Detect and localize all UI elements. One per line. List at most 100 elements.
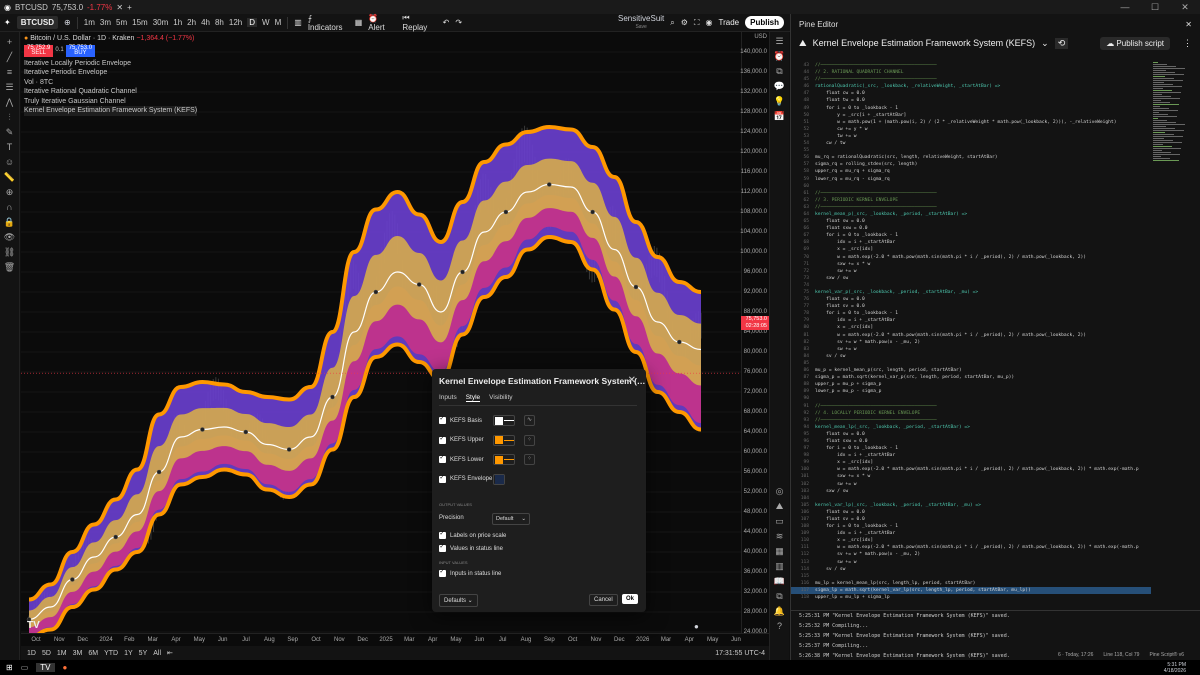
code-line[interactable]: 66 float sxw = 0.0 [791, 225, 1151, 232]
pine-close-icon[interactable]: ✕ [1185, 20, 1192, 29]
code-line[interactable]: 104 [791, 495, 1151, 502]
cancel-button[interactable]: Cancel [589, 594, 618, 606]
labels-price-scale-checkbox[interactable]: Labels on price scale [439, 530, 506, 539]
notifications-icon[interactable]: 🔔 [773, 606, 787, 617]
watchlist-icon[interactable]: ☰ [773, 36, 787, 47]
camera-icon[interactable]: ◉ [706, 18, 713, 27]
study-legend-item[interactable]: Kernel Envelope Estimation Framework Sys… [24, 106, 198, 116]
object-tree-icon[interactable]: ⧉ [773, 66, 787, 77]
interval-4h[interactable]: 4h [201, 18, 210, 27]
code-line[interactable]: 95 float sw = 0.0 [791, 431, 1151, 438]
code-line[interactable]: 73 sxw / sw [791, 275, 1151, 282]
trash-icon[interactable]: 🗑 [4, 261, 16, 273]
interval-D[interactable]: D [247, 18, 258, 27]
publish-script-button[interactable]: ☁ Publish script [1100, 36, 1170, 50]
minimize-icon[interactable]: — [1110, 0, 1140, 14]
plot-visibility-checkbox[interactable]: KEFS Envelope [439, 474, 492, 483]
code-line[interactable]: 111 w = math.exp(-2.0 * math.pow(math.si… [791, 544, 1151, 551]
fullscreen-icon[interactable]: ⛶ [694, 18, 700, 28]
code-line[interactable]: 54 cw / tw [791, 140, 1151, 147]
code-line[interactable]: 88 upper_p = mu_p + sigma_p [791, 381, 1151, 388]
code-line[interactable]: 52 cw += y * w [791, 126, 1151, 133]
crosshair-icon[interactable]: + [4, 36, 16, 48]
code-line[interactable]: 55 [791, 147, 1151, 154]
zoom-icon[interactable]: ⊕ [4, 186, 16, 198]
code-line[interactable]: 114 sv / sw [791, 566, 1151, 573]
code-line[interactable]: 43 //────────────────────────────────────… [791, 62, 1151, 69]
study-legend-item[interactable]: Truly Iterative Gaussian Channel [24, 97, 197, 107]
code-line[interactable]: 81 w = math.exp(-2.0 * math.pow(math.sin… [791, 332, 1151, 339]
code-line[interactable]: 106 float sw = 0.0 [791, 509, 1151, 516]
alert-button[interactable]: ⏰ Alert [368, 14, 396, 32]
code-line[interactable]: 85 [791, 360, 1151, 367]
plot-color-swatch[interactable] [493, 473, 505, 485]
interval-12h[interactable]: 12h [229, 18, 242, 27]
code-minimap[interactable] [1151, 62, 1189, 162]
code-line[interactable]: 83 sw += w [791, 346, 1151, 353]
plot-color-swatch[interactable] [493, 454, 515, 465]
plot-type-icon[interactable]: ∿ [524, 415, 535, 426]
code-line[interactable]: 115 [791, 573, 1151, 580]
forecast-icon[interactable]: ⫶ [4, 111, 16, 123]
explorer-icon[interactable]: ▭ [21, 663, 29, 672]
code-line[interactable]: 53 tw += w [791, 133, 1151, 140]
code-line[interactable]: 105 kernel_var_lp(_src, _lookback, _perio… [791, 502, 1151, 509]
interval-8h[interactable]: 8h [215, 18, 224, 27]
study-legend-item[interactable]: Iterative Rational Quadratic Channel [24, 87, 197, 97]
code-line[interactable]: 93 //────────────────────────────────────… [791, 417, 1151, 424]
interval-2h[interactable]: 2h [187, 18, 196, 27]
tradingview-app-icon[interactable]: TV [36, 663, 55, 672]
text-icon[interactable]: T [4, 141, 16, 153]
ideas-icon[interactable]: 💡 [773, 96, 787, 107]
price-axis[interactable]: USD 140,000.0 136,000.0 132,000.0 128,000.0… [740, 32, 769, 646]
code-line[interactable]: 63 //────────────────────────────────────… [791, 204, 1151, 211]
code-line[interactable]: 71 sxw += x * w [791, 261, 1151, 268]
chat-icon[interactable]: 💬 [773, 81, 787, 92]
defaults-button[interactable]: Defaults ⌄ [439, 594, 478, 607]
magnet-icon[interactable]: ∩ [4, 201, 16, 213]
range-1M[interactable]: 1M [57, 650, 67, 657]
calendar-icon[interactable]: 📅 [773, 111, 787, 122]
link-icon[interactable]: ⛓ [4, 246, 16, 258]
templates-icon[interactable]: ▦ [355, 18, 363, 27]
code-line[interactable]: 75 kernel_var_p(_src, _lookback, _period,… [791, 289, 1151, 296]
code-line[interactable]: 46 rationalQuadratic(_src, _lookback, _re… [791, 83, 1151, 90]
code-line[interactable]: 79 idx = i + _startAtBar [791, 317, 1151, 324]
interval-30m[interactable]: 30m [153, 18, 169, 27]
dialog-tab-style[interactable]: Style [465, 394, 481, 402]
code-line[interactable]: 99 x = _src[idx] [791, 459, 1151, 466]
book-icon[interactable]: 📖 [773, 576, 787, 587]
close-window-icon[interactable]: ✕ [1170, 0, 1200, 14]
plot-color-swatch[interactable] [493, 434, 515, 446]
range-3M[interactable]: 3M [73, 650, 83, 657]
interval-M[interactable]: M [275, 18, 282, 27]
sell-button[interactable]: 75,752.9 SELL [24, 44, 54, 57]
code-line[interactable]: 89 lower_p = mu_p - sigma_p [791, 388, 1151, 395]
study-legend-item[interactable]: Iterative Periodic Envelope [24, 68, 197, 78]
code-line[interactable]: 101 sxw += x * w [791, 473, 1151, 480]
code-line[interactable]: 92 // 4. LOCALLY PERIODIC KERNEL ENVELOPE [791, 410, 1151, 417]
code-line[interactable]: 62 // 3. PERIODIC KERNEL ENVELOPE [791, 197, 1151, 204]
code-line[interactable]: 57 sigma_rq = rolling_stdev(src, length) [791, 161, 1151, 168]
code-line[interactable]: 86 mu_p = kernel_mean_p(src, length, peri… [791, 367, 1151, 374]
add-to-chart-icon[interactable]: ⟲ [1054, 37, 1069, 49]
code-line[interactable]: 82 sv += w * math.pow(x - _mu, 2) [791, 339, 1151, 346]
ok-button[interactable]: Ok [622, 594, 639, 604]
interval-1m[interactable]: 1m [84, 18, 95, 27]
code-line[interactable]: 96 float sxw = 0.0 [791, 438, 1151, 445]
range-1D[interactable]: 1D [27, 650, 36, 657]
settings-icon[interactable]: ⚙ [681, 18, 688, 27]
price-line-icon[interactable]: ⁘ [524, 434, 535, 446]
range-6M[interactable]: 6M [88, 650, 98, 657]
range-5D[interactable]: 5D [42, 650, 51, 657]
code-line[interactable]: 108 for i = 0 to _lookback - 1 [791, 523, 1151, 530]
screener-icon[interactable]: ≋ [773, 531, 787, 542]
code-line[interactable]: 109 idx = i + _startAtBar [791, 530, 1151, 537]
firefox-icon[interactable]: ● [63, 663, 68, 672]
add-symbol-icon[interactable]: ⊕ [64, 18, 71, 27]
buy-button[interactable]: 75,753.0 BUY [65, 44, 96, 57]
indicators-button[interactable]: ⨍ Indicators [308, 14, 349, 32]
replay-button[interactable]: ⏮ Replay [402, 13, 436, 32]
code-line[interactable]: 60 [791, 183, 1151, 190]
plot-color-swatch[interactable] [493, 415, 515, 426]
